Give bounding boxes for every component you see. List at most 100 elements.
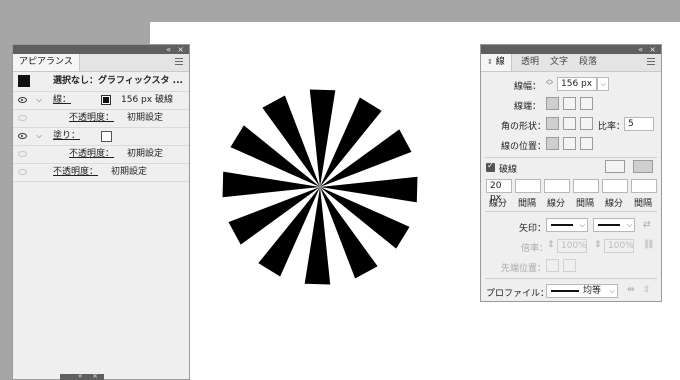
tab-character[interactable]: 文字 <box>544 54 574 71</box>
gap-3-input[interactable] <box>631 179 657 193</box>
end-arrowhead-dropdown[interactable]: ⌵ <box>593 218 635 232</box>
dash-label: 線分 <box>605 199 624 209</box>
align-dash-corners-icon[interactable] <box>633 160 653 173</box>
weight-input[interactable]: 156 px <box>557 77 597 91</box>
profile-dropdown[interactable]: 均等 ⌵ <box>546 284 618 298</box>
dash-2-input[interactable] <box>544 179 570 193</box>
collapsed-panel-bar[interactable]: « × <box>60 372 104 380</box>
visibility-eye-icon[interactable] <box>18 133 27 139</box>
fill-opacity-label[interactable]: 不透明度： <box>69 146 114 163</box>
flip-across-icon[interactable]: ⇳ <box>643 285 651 295</box>
profile-value: 均等 <box>583 286 602 296</box>
dash-3-input[interactable] <box>602 179 628 193</box>
stroke-swatch-icon[interactable] <box>101 95 111 105</box>
flip-along-icon[interactable]: ⇹ <box>627 285 635 295</box>
panel-header-bar[interactable]: « × <box>13 45 189 54</box>
gap-label: 間隔 <box>634 199 653 209</box>
end-scale-input[interactable]: 100% <box>604 239 634 253</box>
visibility-eye-icon[interactable] <box>18 97 27 103</box>
stroke-opacity-row[interactable]: 不透明度： 初期設定 <box>13 110 189 128</box>
weight-dropdown[interactable]: ⌵ <box>597 77 609 91</box>
gap-2-input[interactable] <box>573 179 599 193</box>
align-outside-icon[interactable] <box>580 137 593 150</box>
chevron-down-icon[interactable]: ⌵ <box>36 95 42 105</box>
tab-appearance[interactable]: アピアランス <box>13 54 80 71</box>
visibility-eye-icon[interactable] <box>18 151 27 157</box>
align-center-icon[interactable] <box>546 137 559 150</box>
stroke-value: 156 px 破線 <box>121 95 173 105</box>
stroke-row[interactable]: ⌵ 線： 156 px 破線 <box>13 92 189 110</box>
close-icon[interactable]: × <box>649 45 656 54</box>
selection-thumbnail-icon <box>18 75 30 87</box>
round-join-icon[interactable] <box>563 117 576 130</box>
swap-arrowheads-icon[interactable]: ⇄ <box>643 220 651 230</box>
fill-opacity-value: 初期設定 <box>127 149 164 159</box>
object-opacity-value: 初期設定 <box>111 167 148 177</box>
start-scale-input[interactable]: 100% <box>557 239 587 253</box>
limit-input[interactable]: 5 <box>624 117 654 131</box>
round-cap-icon[interactable] <box>563 97 576 110</box>
corner-label: 角の形状： <box>501 122 547 132</box>
link-scale-icon[interactable]: ⛓ <box>643 240 654 250</box>
separator <box>485 278 657 279</box>
panel-menu-icon[interactable] <box>175 58 183 65</box>
collapse-icon[interactable]: « <box>638 45 643 54</box>
arrowhead-line-preview <box>598 224 620 226</box>
collapse-icon[interactable]: « <box>78 372 82 380</box>
cap-label: 線端： <box>514 102 542 112</box>
fill-swatch-icon[interactable] <box>101 131 112 142</box>
dashed-label: 破線 <box>499 165 518 175</box>
stroke-panel-tab-row: ⇕ 線 透明 文字 段落 <box>481 54 661 72</box>
visibility-eye-icon[interactable] <box>18 169 27 175</box>
appearance-tab-row: アピアランス <box>13 54 189 72</box>
bevel-join-icon[interactable] <box>580 117 593 130</box>
weight-stepper-icon[interactable]: ︿ ﹀ <box>546 76 553 90</box>
projecting-cap-icon[interactable] <box>580 97 593 110</box>
dashed-checkbox[interactable] <box>486 161 495 172</box>
start-arrowhead-dropdown[interactable]: ⌵ <box>546 218 588 232</box>
stroke-opacity-label[interactable]: 不透明度： <box>69 110 114 127</box>
panel-menu-icon[interactable] <box>647 58 655 65</box>
appearance-panel: « × アピアランス 選択なし：グラフィックスタ ... ⌵ 線： 156 px… <box>12 44 190 380</box>
object-opacity-row[interactable]: 不透明度： 初期設定 <box>13 164 189 182</box>
arrowhead-line-preview <box>551 224 573 226</box>
preserve-dash-icon[interactable] <box>605 160 625 173</box>
dash-label: 線分 <box>547 199 566 209</box>
arrowhead-label: 矢印： <box>519 224 547 234</box>
arrow-align-label: 先端位置： <box>501 264 547 274</box>
gap-1-input[interactable] <box>515 179 541 193</box>
arrow-tip-extend-icon[interactable] <box>546 259 559 272</box>
collapse-icon[interactable]: « <box>166 45 171 54</box>
stroke-label[interactable]: 線： <box>53 92 71 109</box>
close-icon[interactable]: × <box>177 45 184 54</box>
object-opacity-label[interactable]: 不透明度： <box>53 164 98 181</box>
selection-row: 選択なし：グラフィックスタ ... <box>13 71 189 92</box>
tab-stroke[interactable]: ⇕ 線 <box>481 54 512 71</box>
profile-label: プロファイル： <box>486 289 550 299</box>
gap-label: 間隔 <box>576 199 595 209</box>
scale-stepper-icon[interactable]: ⇕ <box>547 240 555 250</box>
stroke-panel: « × ⇕ 線 透明 文字 段落 線幅： ︿ ﹀ 156 px ⌵ 線端： 角の形… <box>480 44 662 302</box>
close-icon[interactable]: × <box>92 372 98 380</box>
fill-opacity-row[interactable]: 不透明度： 初期設定 <box>13 146 189 164</box>
align-inside-icon[interactable] <box>563 137 576 150</box>
gap-label: 間隔 <box>518 199 537 209</box>
tab-paragraph[interactable]: 段落 <box>573 54 603 71</box>
align-label: 線の位置： <box>501 142 547 152</box>
panel-header-bar[interactable]: « × <box>481 45 661 54</box>
dash-label: 線分 <box>489 199 508 209</box>
scale-stepper-icon[interactable]: ⇕ <box>594 240 602 250</box>
separator <box>485 211 657 212</box>
visibility-eye-icon[interactable] <box>18 115 27 121</box>
miter-join-icon[interactable] <box>546 117 559 130</box>
starburst-artwork[interactable] <box>221 88 419 286</box>
arrow-tip-place-icon[interactable] <box>563 259 576 272</box>
selection-label: 選択なし：グラフィックスタ ... <box>53 76 183 86</box>
fill-row[interactable]: ⌵ 塗り： <box>13 128 189 146</box>
dash-1-input[interactable]: 20 px <box>486 179 512 203</box>
chevron-down-icon[interactable]: ⌵ <box>36 131 42 141</box>
butt-cap-icon[interactable] <box>546 97 559 110</box>
stroke-opacity-value: 初期設定 <box>127 113 164 123</box>
fill-label[interactable]: 塗り： <box>53 128 80 145</box>
tab-transparency[interactable]: 透明 <box>515 54 545 71</box>
